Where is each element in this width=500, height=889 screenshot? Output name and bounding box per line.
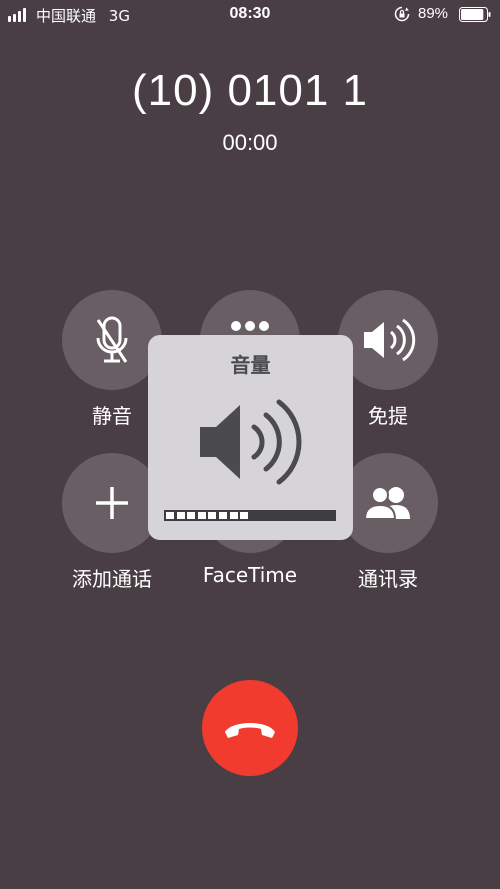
volume-hud: 音量 (148, 335, 353, 540)
caller-number: (10) 0101 1 (131, 66, 369, 115)
volume-speaker-icon (200, 399, 302, 485)
volume-segment (240, 512, 249, 519)
volume-segment (219, 512, 227, 519)
mute-button[interactable] (62, 290, 162, 390)
plus-icon (96, 487, 128, 519)
add-call-label: 添加通话 (72, 567, 152, 591)
speaker-button[interactable] (338, 290, 438, 390)
volume-segment (187, 512, 196, 519)
mic-muted-icon (96, 316, 128, 363)
add-call-button[interactable] (62, 453, 162, 553)
contacts-button[interactable] (338, 453, 438, 553)
rotation-lock-icon (394, 6, 410, 22)
end-call-button[interactable] (202, 680, 298, 776)
volume-hud-title: 音量 (230, 353, 271, 377)
speaker-icon (364, 318, 416, 362)
battery-icon (459, 7, 491, 22)
volume-level-bar (164, 510, 336, 521)
call-duration: 00:00 (222, 130, 278, 155)
volume-segment (229, 512, 238, 519)
battery-percent: 89% (418, 5, 449, 22)
phone-hangup-icon (225, 723, 275, 738)
volume-segment (208, 512, 217, 519)
facetime-label: FaceTime (202, 563, 298, 587)
status-bar: 中国联通 3G 08:30 89% (0, 0, 500, 30)
volume-segment (176, 512, 185, 519)
volume-segment (166, 512, 174, 519)
volume-segment (197, 512, 206, 519)
contacts-label: 通讯录 (358, 567, 418, 591)
contacts-icon (363, 486, 410, 520)
